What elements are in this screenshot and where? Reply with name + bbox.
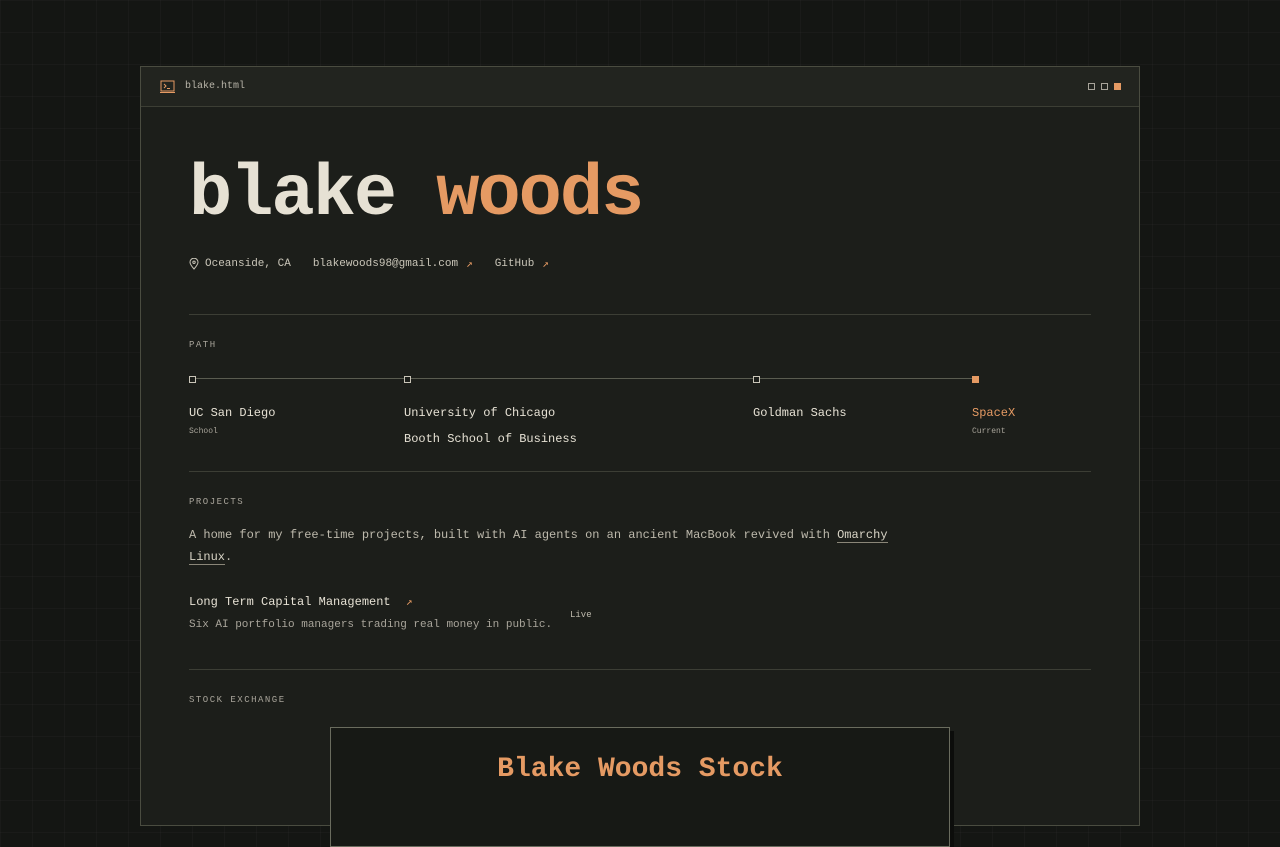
- project-title[interactable]: Long Term Capital Management ↗: [189, 595, 412, 609]
- minimize-button[interactable]: [1088, 83, 1095, 90]
- location-text: Oceanside, CA: [205, 258, 291, 270]
- external-link-icon[interactable]: ↗: [542, 257, 549, 271]
- timeline-line: [193, 378, 975, 379]
- project-status-badge: Live: [570, 610, 592, 620]
- project-description: Six AI portfolio managers trading real m…: [189, 619, 553, 631]
- browser-window: blake.html blake woods Oceanside, CA bla…: [140, 66, 1140, 847]
- path-item-sub: School: [189, 427, 218, 436]
- projects-intro: A home for my free-time projects, built …: [189, 528, 888, 565]
- divider: [189, 669, 1091, 670]
- timeline-node: [189, 376, 196, 383]
- first-name: blake: [189, 154, 397, 236]
- timeline-node: [753, 376, 760, 383]
- divider: [189, 314, 1091, 315]
- last-name: woods: [436, 154, 644, 236]
- external-link-icon[interactable]: ↗: [406, 597, 413, 609]
- path-item-title: University of Chicago Booth School of Bu…: [404, 400, 577, 452]
- window-title: blake.html: [185, 81, 246, 92]
- title-bar: blake.html: [141, 67, 1139, 107]
- page-title: blake woods: [189, 154, 644, 236]
- path-item-title-current: SpaceX: [972, 406, 1016, 420]
- divider: [189, 471, 1091, 472]
- path-item-title-line1: University of Chicago: [404, 406, 556, 420]
- path-item-title-line2: Booth School of Business: [404, 432, 577, 446]
- projects-intro-text: A home for my free-time projects, built …: [189, 528, 830, 542]
- stock-card[interactable]: Blake Woods Stock: [330, 727, 950, 847]
- path-item-sub: Current: [972, 427, 1006, 436]
- projects-section-label: PROJECTS: [189, 497, 245, 507]
- path-section-label: PATH: [189, 340, 217, 350]
- window-controls: [1088, 83, 1121, 90]
- maximize-button[interactable]: [1101, 83, 1108, 90]
- close-button[interactable]: [1114, 83, 1121, 90]
- timeline-node-current: [972, 376, 979, 383]
- stock-exchange-section-label: STOCK EXCHANGE: [189, 695, 286, 705]
- stock-card-title: Blake Woods Stock: [497, 754, 783, 785]
- terminal-icon: [160, 80, 175, 93]
- timeline-node: [404, 376, 411, 383]
- path-item-title: UC San Diego: [189, 406, 276, 420]
- project-title-text[interactable]: Long Term Capital Management: [189, 595, 391, 609]
- map-pin-icon: [189, 258, 199, 270]
- github-link[interactable]: GitHub: [495, 258, 535, 270]
- path-item-title: Goldman Sachs: [753, 406, 847, 420]
- email-link[interactable]: blakewoods98@gmail.com: [313, 258, 458, 270]
- contact-row: Oceanside, CA blakewoods98@gmail.com ↗ G…: [189, 257, 549, 271]
- external-link-icon[interactable]: ↗: [466, 257, 473, 271]
